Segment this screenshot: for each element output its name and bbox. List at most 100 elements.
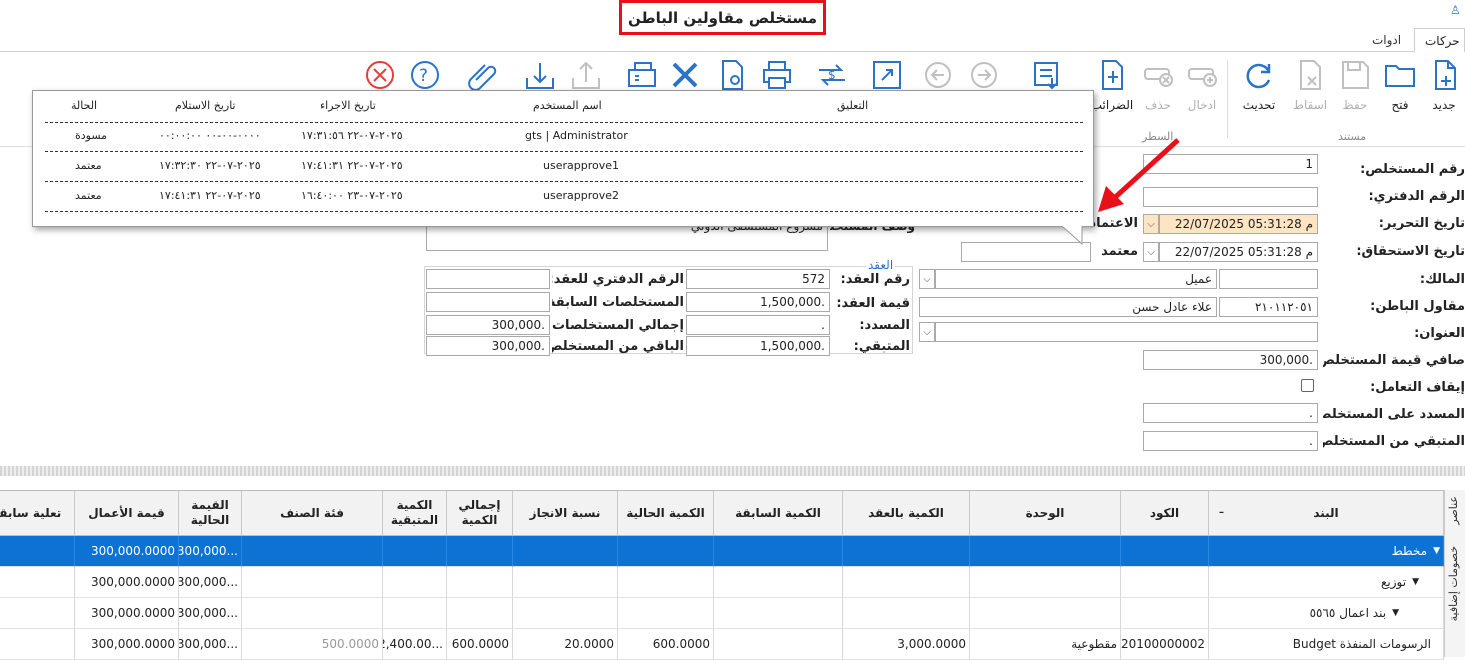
delete-button[interactable]: حذف — [1136, 58, 1180, 118]
tab-tools[interactable]: ادوات — [1362, 28, 1414, 52]
address-field[interactable] — [935, 322, 1318, 342]
refresh-button[interactable]: تحديث — [1237, 58, 1281, 118]
contract-remaining-label: المتبقي: — [853, 339, 910, 354]
cell-rem-qty: 2,400.00... — [383, 629, 447, 660]
approvals-popup: التعليق اسم المستخدم تاريخ الاجراء تاريخ… — [32, 90, 1094, 227]
divider — [45, 181, 1083, 182]
cell-cur-qty — [618, 567, 714, 598]
cell-contract-qty — [843, 536, 970, 567]
col-item[interactable]: البند – — [1209, 491, 1444, 536]
cell-pct — [513, 536, 618, 567]
tab-moves[interactable]: حركات — [1414, 28, 1465, 52]
folder-icon — [1385, 65, 1415, 87]
row-user: userapprove2 — [543, 189, 619, 202]
col-contract-qty[interactable]: الكمية بالعقد — [843, 491, 970, 536]
cell-rem-qty — [383, 598, 447, 629]
row-receive-date: ٢٠٢٥-٠٧-٢٢ ١٧:٤١:٣١ — [159, 189, 261, 202]
document-preview-icon — [722, 60, 743, 90]
collapse-icon[interactable]: – — [1219, 505, 1224, 520]
row-status: معتمد — [75, 189, 102, 202]
stop-dealing-label: إيقاف التعامل: — [1370, 380, 1465, 395]
divider — [45, 151, 1083, 152]
taxes-button[interactable]: الضرائب — [1090, 58, 1134, 118]
due-date-picker[interactable]: ⌵ — [1143, 242, 1159, 262]
stop-dealing-checkbox[interactable] — [1301, 379, 1314, 392]
col-code[interactable]: الكود — [1121, 491, 1209, 536]
remaining-field[interactable]: . — [1143, 431, 1318, 451]
cell-total-qty — [447, 598, 513, 629]
paid-field[interactable]: . — [1143, 403, 1318, 423]
col-unit[interactable]: الوحدة — [970, 491, 1121, 536]
contract-ledger-field[interactable] — [426, 269, 550, 289]
contract-paid-label: المسدد: — [859, 318, 910, 333]
cell-works-value: 300,000.0000 — [75, 598, 179, 629]
owner-field[interactable]: عميل — [935, 269, 1217, 289]
net-value-field[interactable]: 300,000. — [1143, 350, 1318, 370]
side-tab-items[interactable]: عناصر — [1447, 496, 1460, 525]
window-title: مستخلص مقاولين الباطن — [619, 0, 826, 35]
owner-dropdown[interactable]: ⌵ — [919, 269, 935, 289]
new-button[interactable]: جديد — [1422, 58, 1465, 118]
col-prev-qty[interactable]: الكمية السابقة — [714, 491, 843, 536]
cell-prev-note — [0, 567, 75, 598]
total-extracts-field[interactable]: 300,000. — [426, 315, 550, 335]
paperclip-icon — [468, 64, 497, 91]
cell-cur-value: 300,000... — [179, 536, 242, 567]
row-status: معتمد — [75, 159, 102, 172]
subcontractor-name-field[interactable]: علاء عادل حسن — [919, 297, 1217, 317]
cell-contract-qty: 3,000.0000 — [843, 629, 970, 660]
contract-no-field[interactable]: 572 — [686, 269, 830, 289]
subcontractor-code-field[interactable]: ٢١٠١١٢٠٥١ — [1219, 297, 1318, 317]
side-tabs: عناصر خصومات إضافية — [1444, 490, 1465, 657]
cell-contract-qty — [843, 598, 970, 629]
contract-value-field[interactable]: 1,500,000. — [686, 292, 830, 312]
col-total-qty[interactable]: إجمالي الكمية — [447, 491, 513, 536]
col-cur-qty[interactable]: الكمية الحالية — [618, 491, 714, 536]
cell-cur-qty: 600.0000 — [618, 629, 714, 660]
row-receive-date: ٢٠٢٥-٠٧-٢٢ ١٧:٣٢:٣٠ — [159, 159, 261, 172]
cell-prev-note — [0, 629, 75, 660]
contract-value-label: قيمة العقد: — [836, 296, 910, 311]
rest-field[interactable]: 300,000. — [426, 336, 550, 356]
cell-total-qty: 600.0000 — [447, 629, 513, 660]
col-pct[interactable]: نسبة الانجاز — [513, 491, 618, 536]
col-rem-qty[interactable]: الكمية المتبقية — [383, 491, 447, 536]
fax-icon — [628, 62, 656, 87]
open-button[interactable]: فتح — [1378, 58, 1422, 118]
col-category[interactable]: فئة الصنف — [242, 491, 383, 536]
cell-item: توزيع ▼ — [1209, 567, 1444, 598]
svg-text:?: ? — [419, 66, 428, 86]
cell-item: بند اعمال ٥٥٦٥ ▼ — [1209, 598, 1444, 629]
col-cur-value[interactable]: القيمة الحالية — [179, 491, 242, 536]
contract-no-label: رقم العقد: — [840, 272, 910, 287]
currency-exchange-icon: $ — [819, 64, 845, 86]
cell-prev-qty — [714, 598, 843, 629]
drop-button[interactable]: اسقاط — [1288, 58, 1332, 118]
col-prev-note[interactable]: تعلية سابقة — [0, 491, 75, 536]
header-comment: التعليق — [837, 99, 869, 112]
ledger-no-label: الرقم الدفتري: — [1368, 189, 1465, 204]
save-button[interactable]: حفظ — [1333, 58, 1377, 118]
paid-label: المسدد على المستخلص: — [1323, 407, 1465, 422]
panel-splitter[interactable] — [0, 466, 1465, 476]
cell-pct: 20.0000 — [513, 629, 618, 660]
cell-works-value: 300,000.0000 — [75, 536, 179, 567]
cell-category — [242, 536, 383, 567]
contract-paid-field[interactable]: . — [686, 315, 830, 335]
cell-cur-value: 300,000... — [179, 598, 242, 629]
user-icon[interactable]: ♙ — [1450, 3, 1464, 19]
col-works-value[interactable]: قيمة الأعمال — [75, 491, 179, 536]
prev-extracts-field[interactable] — [426, 292, 550, 312]
contract-remaining-field[interactable]: 1,500,000. — [686, 336, 830, 356]
side-tab-discounts[interactable]: خصومات إضافية — [1447, 546, 1460, 621]
cell-total-qty — [447, 567, 513, 598]
total-extracts-label: إجمالي المستخلصات: — [552, 318, 684, 333]
arrow-right-icon — [971, 62, 997, 88]
ribbon-separator — [1227, 60, 1228, 138]
address-dropdown[interactable]: ⌵ — [919, 322, 935, 342]
divider — [45, 122, 1083, 123]
insert-button[interactable]: ادخال — [1180, 58, 1224, 118]
due-date-field[interactable]: 22/07/2025 05:31:28 م — [1159, 242, 1318, 262]
owner-code-field[interactable] — [1219, 269, 1318, 289]
cell-prev-qty — [714, 536, 843, 567]
